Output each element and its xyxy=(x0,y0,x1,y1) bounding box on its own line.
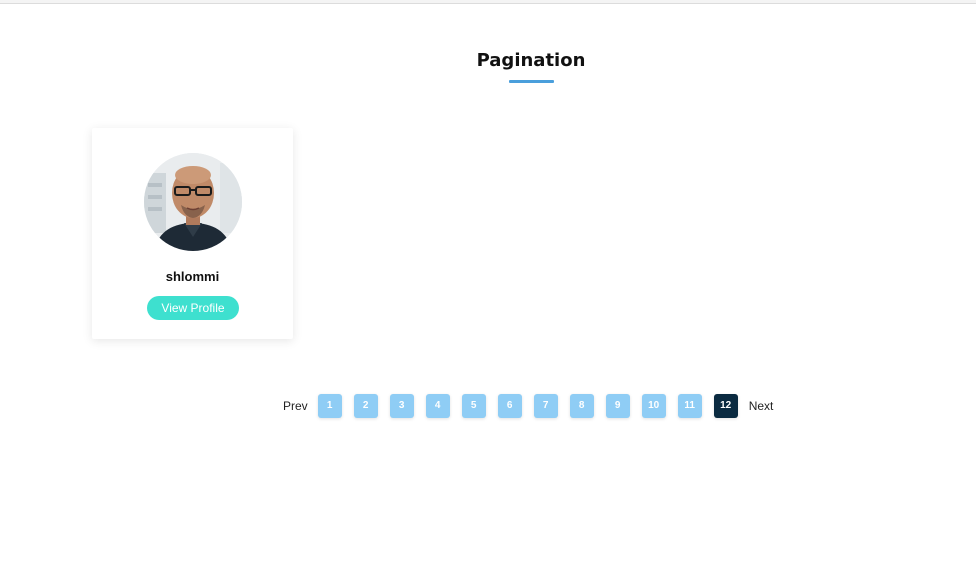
avatar xyxy=(144,153,242,251)
page-8-button[interactable]: 8 xyxy=(569,394,594,418)
profile-card: shlommi View Profile xyxy=(92,128,293,339)
page-6-button[interactable]: 6 xyxy=(497,394,522,418)
page-10-button[interactable]: 10 xyxy=(641,394,666,418)
page-12-button-active[interactable]: 12 xyxy=(713,394,738,418)
title-underline xyxy=(509,80,554,83)
view-profile-button[interactable]: View Profile xyxy=(147,296,239,320)
page-1-button[interactable]: 1 xyxy=(317,394,342,418)
user-name: shlommi xyxy=(165,269,220,284)
page-11-button[interactable]: 11 xyxy=(677,394,702,418)
page-2-button[interactable]: 2 xyxy=(353,394,378,418)
pagination-prev[interactable]: Prev xyxy=(283,394,308,418)
pagination: Prev 1 2 3 4 5 6 7 8 9 10 11 12 Next xyxy=(283,394,773,418)
page-4-button[interactable]: 4 xyxy=(425,394,450,418)
top-border xyxy=(0,0,976,4)
page-7-button[interactable]: 7 xyxy=(533,394,558,418)
page-5-button[interactable]: 5 xyxy=(461,394,486,418)
pagination-next[interactable]: Next xyxy=(749,394,774,418)
page-title: Pagination xyxy=(476,50,586,71)
page-9-button[interactable]: 9 xyxy=(605,394,630,418)
page-3-button[interactable]: 3 xyxy=(389,394,414,418)
